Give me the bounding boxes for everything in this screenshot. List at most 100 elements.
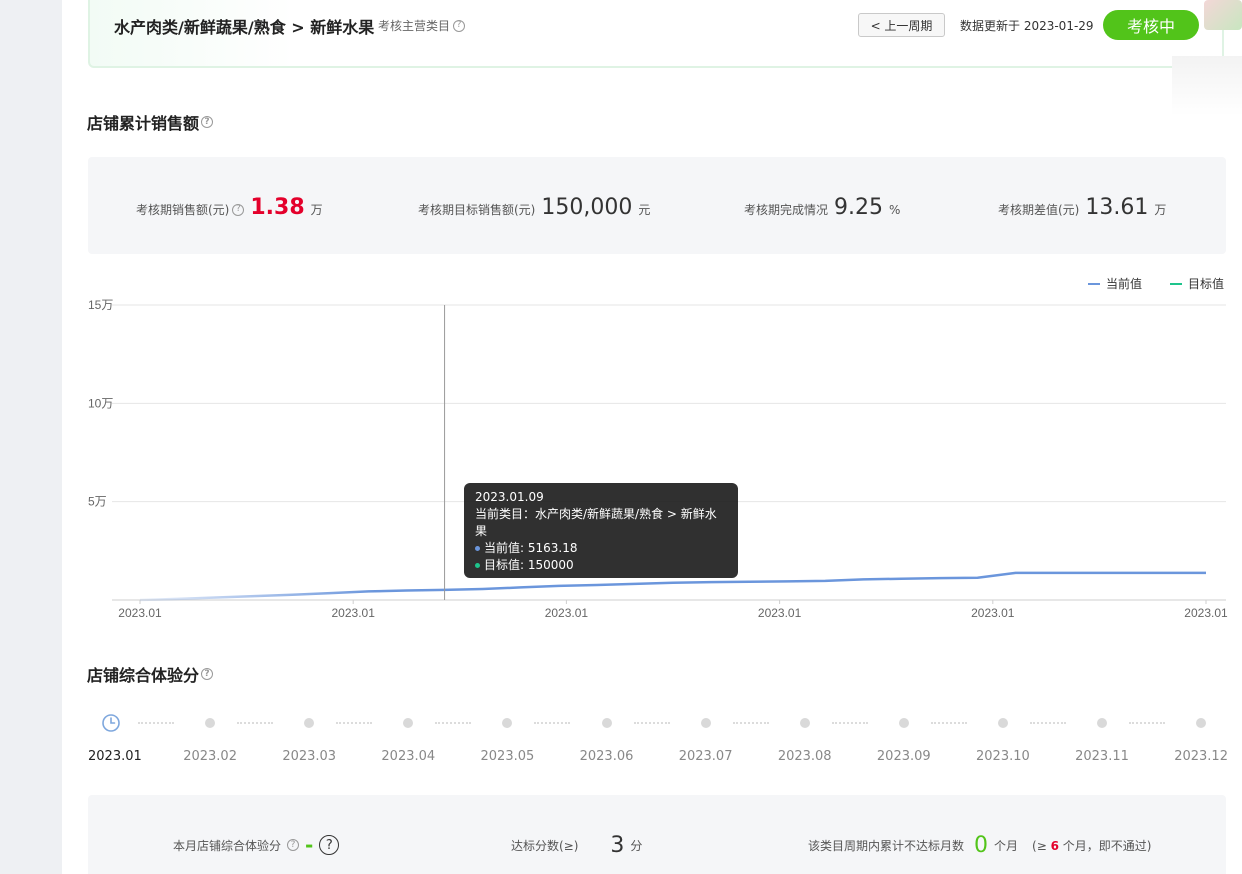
x-tick-label: 2023.01 [758, 606, 802, 620]
fail-months-value: 0 [974, 833, 989, 858]
help-icon[interactable]: ? [287, 839, 300, 851]
stat-unit: 万 [310, 203, 323, 217]
timeline-node[interactable] [898, 718, 909, 728]
help-icon[interactable]: ? [232, 203, 245, 216]
monthly-score-label: 本月店铺综合体验分 [173, 838, 282, 853]
chart-tooltip: 2023.01.09 当前类目：水产肉类/新鲜蔬果/熟食 > 新鲜水果 当前值:… [464, 483, 738, 578]
timeline-node[interactable] [700, 718, 711, 728]
fail-months: 该类目周期内累计不达标月数 0 个月 (≥ 6 个月，即不通过) [808, 833, 1151, 858]
fail-rule: (≥ 6 个月，即不通过) [1032, 839, 1152, 853]
timeline-month-label[interactable]: 2023.02 [183, 749, 237, 764]
stat-value: 13.61 [1085, 195, 1149, 220]
timeline-connector [237, 722, 274, 724]
stat-difference: 考核期差值(元) 13.61 万 [998, 195, 1166, 220]
x-tick-label: 2023.01 [1184, 606, 1228, 620]
timeline-connector [435, 722, 472, 724]
fail-rule-number: 6 [1050, 839, 1059, 853]
timeline-month-label[interactable]: 2023.11 [1075, 749, 1129, 764]
timeline-connector [930, 722, 967, 724]
timeline-month-label[interactable]: 2023.04 [381, 749, 435, 764]
stat-target-sales: 考核期目标销售额(元) 150,000 元 [418, 195, 650, 220]
tooltip-current-row: 当前值: 5163.18 [475, 540, 727, 557]
timeline-connector [138, 722, 174, 724]
timeline-node[interactable] [997, 718, 1008, 728]
experience-section-title-text: 店铺综合体验分 [87, 666, 200, 685]
status-badge: 考核中 [1103, 10, 1199, 40]
stat-label: 考核期完成情况 [744, 203, 829, 217]
tooltip-target-row: 目标值: 150000 [475, 557, 727, 574]
timeline-connector [732, 722, 769, 724]
experience-section-title: 店铺综合体验分 ? [87, 662, 214, 686]
corner-overlay [1172, 56, 1242, 116]
target-score-label: 达标分数(≥) [511, 839, 579, 853]
fail-months-label: 该类目周期内累计不达标月数 [808, 839, 965, 853]
stat-unit: 万 [1154, 203, 1167, 217]
timeline-node[interactable] [799, 718, 810, 728]
help-icon[interactable]: ? [201, 668, 214, 680]
timeline-month-label[interactable]: 2023.06 [580, 749, 634, 764]
timeline-connector [534, 722, 571, 724]
y-tick-label: 10万 [88, 396, 113, 410]
timeline-node[interactable] [1196, 718, 1207, 728]
target-score-value: 3 [610, 833, 625, 858]
prev-period-button[interactable]: < 上一周期 [858, 13, 945, 37]
y-tick-label: 15万 [88, 298, 113, 312]
timeline-month-label[interactable]: 2023.03 [282, 749, 336, 764]
clock-icon [101, 713, 121, 733]
timeline-month-label[interactable]: 2023.09 [877, 749, 931, 764]
category-path: 水产肉类/新鲜蔬果/熟食 > 新鲜水果 [114, 18, 375, 37]
timeline-month-label[interactable]: 2023.07 [679, 749, 733, 764]
stat-value: 150,000 [541, 195, 633, 220]
help-icon[interactable]: ? [201, 116, 214, 128]
timeline-node[interactable] [205, 718, 216, 728]
x-tick-label: 2023.01 [971, 606, 1015, 620]
stat-completion: 考核期完成情况 9.25 % [744, 195, 900, 220]
monthly-score: 本月店铺综合体验分 ? - ? [173, 833, 340, 857]
timeline-node[interactable] [304, 718, 315, 728]
update-timestamp: 数据更新于 2023-01-29 [960, 19, 1094, 33]
tooltip-category: 当前类目：水产肉类/新鲜蔬果/熟食 > 新鲜水果 [475, 507, 717, 538]
experience-score-panel: 本月店铺综合体验分 ? - ? 达标分数(≥) 3 分 该类目周期内累计不达标月… [88, 795, 1226, 874]
y-tick-label: 5万 [88, 495, 107, 509]
stat-unit: % [889, 203, 901, 217]
stat-value: 1.38 [250, 195, 305, 220]
help-icon[interactable]: ? [453, 19, 466, 32]
left-gutter [0, 0, 62, 874]
timeline-connector [1029, 722, 1066, 724]
month-timeline: 2023.01 2023.02 2023.03 2023.04 2023.05 2023.… [88, 700, 1238, 780]
stat-label: 考核期目标销售额(元) [418, 203, 536, 217]
timeline-connector [336, 722, 373, 724]
series-dot-current [475, 546, 480, 551]
monthly-score-value: - [305, 833, 314, 857]
timeline-node[interactable] [601, 718, 612, 728]
timeline-month-label[interactable]: 2023.01 [88, 749, 142, 764]
main-category-label: 考核主营类目 [378, 19, 451, 33]
stat-label: 考核期差值(元) [998, 203, 1080, 217]
timeline-month-label[interactable]: 2023.05 [481, 749, 535, 764]
timeline-month-label[interactable]: 2023.12 [1174, 749, 1228, 764]
corner-thumbnail [1204, 0, 1242, 30]
sales-section-title: 店铺累计销售额 ? [87, 110, 214, 134]
timeline-node[interactable] [1097, 718, 1107, 728]
series-dot-target [475, 563, 480, 568]
tooltip-target: 目标值: 150000 [484, 558, 574, 572]
stat-unit: 元 [638, 203, 651, 217]
timeline-node[interactable] [502, 718, 513, 728]
timeline-month-label[interactable]: 2023.10 [976, 749, 1030, 764]
stat-value: 9.25 [834, 195, 883, 220]
timeline-node[interactable] [403, 718, 414, 728]
tooltip-date: 2023.01.09 [475, 490, 544, 504]
target-score: 达标分数(≥) 3 分 [511, 833, 642, 858]
sales-section-title-text: 店铺累计销售额 [87, 114, 200, 133]
x-tick-label: 2023.01 [118, 606, 162, 620]
fail-months-unit: 个月 [994, 839, 1019, 853]
timeline-connector [831, 722, 868, 724]
question-circle-icon[interactable]: ? [319, 835, 340, 855]
x-tick-label: 2023.01 [545, 606, 589, 620]
timeline-month-label[interactable]: 2023.08 [778, 749, 832, 764]
timeline-connector [633, 722, 670, 724]
page: 水产肉类/新鲜蔬果/熟食 > 新鲜水果 考核主营类目 ? < 上一周期 数据更新… [62, 0, 1242, 874]
tooltip-current: 当前值: 5163.18 [484, 541, 578, 555]
target-score-unit: 分 [630, 839, 643, 853]
sales-stats-panel: 考核期销售额(元)? 1.38 万 考核期目标销售额(元) 150,000 元 … [88, 157, 1226, 254]
